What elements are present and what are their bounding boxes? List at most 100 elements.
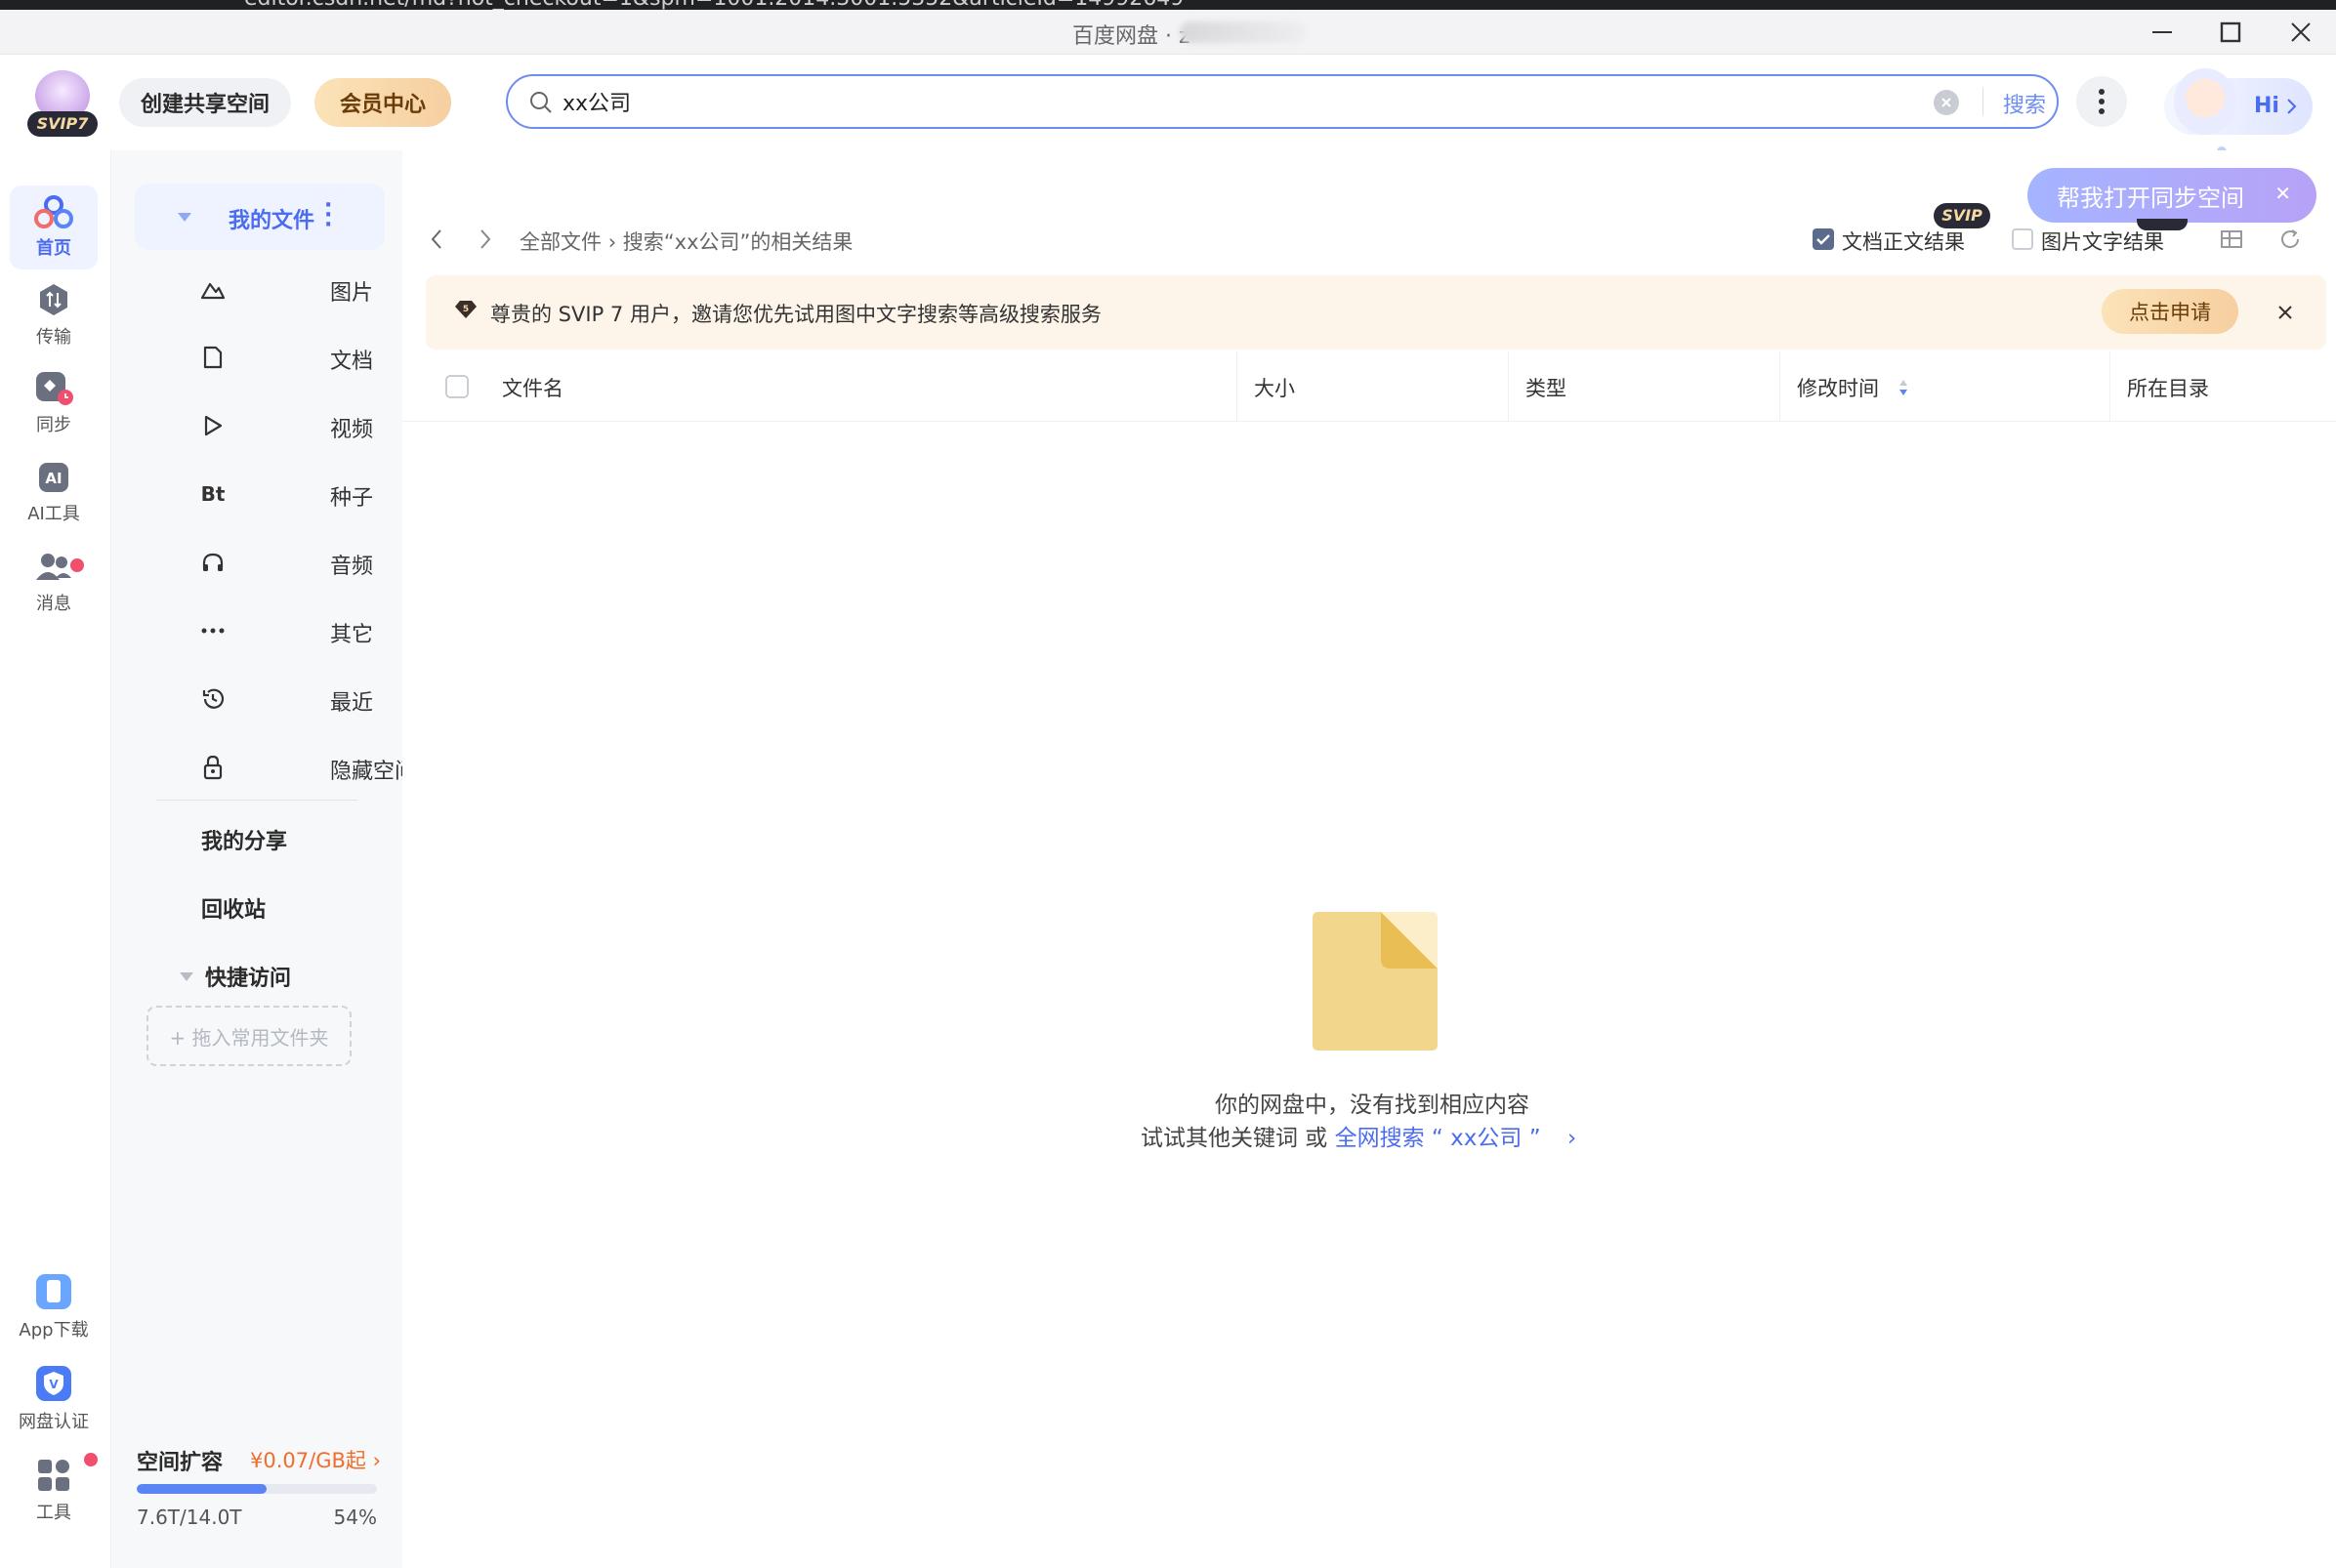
svg-text:AI: AI xyxy=(45,470,62,487)
apply-button[interactable]: 点击申请 xyxy=(2102,289,2238,334)
quick-access-label: 快捷访问 xyxy=(205,967,292,991)
breadcrumb-separator: › xyxy=(607,230,623,254)
storage-price-link[interactable]: ¥0.07/GB起 › xyxy=(250,1445,381,1474)
rail-item-verify[interactable]: V 网盘认证 xyxy=(10,1357,98,1441)
more-vertical-icon xyxy=(2099,89,2105,114)
close-window-button[interactable] xyxy=(2279,16,2322,49)
maximize-button[interactable] xyxy=(2209,16,2252,49)
create-share-space-button[interactable]: 创建共享空间 xyxy=(119,78,291,127)
column-header-modified[interactable]: 修改时间 xyxy=(1797,373,1879,402)
rail-label: 消息 xyxy=(36,594,71,614)
hi-label: Hi xyxy=(2254,94,2279,118)
close-icon[interactable]: ✕ xyxy=(2274,182,2291,205)
vip-center-button[interactable]: 会员中心 xyxy=(314,78,451,127)
filter-doc-text-label[interactable]: 文档正文结果 xyxy=(1842,227,1965,256)
nav-item-torrents[interactable]: Bt 种子 xyxy=(78,471,373,517)
nav-item-documents[interactable]: 文档 xyxy=(78,334,373,381)
svip-level-badge: SVIP7 xyxy=(27,111,98,137)
refresh-icon xyxy=(2281,229,2300,248)
banner-close-button[interactable] xyxy=(2272,299,2299,326)
nav-my-files-label: 我的文件 xyxy=(229,209,315,233)
banner-text: 尊贵的 SVIP 7 用户，邀请您优先试用图中文字搜索等高级搜索服务 xyxy=(490,303,1102,326)
filter-image-text-checkbox[interactable] xyxy=(2012,228,2033,250)
avatar[interactable]: SVIP7 xyxy=(25,70,100,139)
column-separator xyxy=(2109,351,2110,422)
sort-icon[interactable] xyxy=(1897,377,1910,398)
main-content: 帮我打开同步空间 ✕ 全部文件 › 搜索“xx公司”的相关结果 SVIP 文档正… xyxy=(402,150,2336,1568)
web-search-link[interactable]: 全网搜索 “ xx公司 ” xyxy=(1335,1126,1541,1151)
grid-view-icon xyxy=(2221,230,2242,248)
chevron-left-icon xyxy=(431,229,441,249)
storage-progress-bar xyxy=(137,1484,377,1494)
lock-icon xyxy=(199,754,227,781)
nav-item-other[interactable]: 其它 xyxy=(78,607,373,654)
forward-button[interactable] xyxy=(471,225,500,254)
file-table-header: 文件名 大小 类型 修改时间 所在目录 xyxy=(402,351,2336,422)
more-menu-button[interactable] xyxy=(2076,76,2127,127)
nav-my-files[interactable]: 我的文件 · · · xyxy=(135,184,385,250)
close-icon xyxy=(2278,306,2292,319)
storage-percent: 54% xyxy=(333,1506,377,1529)
column-header-size[interactable]: 大小 xyxy=(1254,373,1295,402)
other-icon xyxy=(199,617,227,644)
tools-icon xyxy=(38,1460,69,1491)
nav-item-label: 文档 xyxy=(330,350,374,374)
chevron-right-icon[interactable]: › xyxy=(1567,1126,1576,1151)
rail-label: 同步 xyxy=(36,415,71,435)
clear-search-button[interactable] xyxy=(1934,90,1959,115)
nav-item-label: 音频 xyxy=(330,555,374,579)
svip-badge: SVIP xyxy=(1934,203,1990,228)
assistant-robot-icon xyxy=(2174,68,2236,135)
torrent-icon: Bt xyxy=(200,482,226,506)
nav-recycle-bin[interactable]: 回收站 xyxy=(201,892,266,924)
back-button[interactable] xyxy=(422,225,451,254)
message-icon xyxy=(36,554,71,580)
drop-favorite-folder[interactable]: + 拖入常用文件夹 xyxy=(146,1006,352,1066)
storage-expand-title[interactable]: 空间扩容 xyxy=(137,1445,223,1476)
refresh-button[interactable] xyxy=(2275,225,2305,254)
search-input[interactable] xyxy=(563,84,1832,119)
breadcrumb-root[interactable]: 全部文件 xyxy=(520,230,602,254)
nav-item-audio[interactable]: 音频 xyxy=(78,539,373,586)
blurred-username xyxy=(1180,21,1307,43)
nav-my-share[interactable]: 我的分享 xyxy=(201,824,287,855)
rail-label: 网盘认证 xyxy=(19,1412,89,1432)
view-toggle-button[interactable] xyxy=(2217,225,2246,254)
filter-doc-text-checkbox[interactable] xyxy=(1813,228,1834,250)
column-header-type[interactable]: 类型 xyxy=(1525,373,1566,402)
caret-down-icon xyxy=(180,972,193,981)
minimize-button[interactable] xyxy=(2141,16,2184,49)
phone-icon xyxy=(36,1274,71,1309)
rail-item-home[interactable]: 首页 xyxy=(10,186,98,269)
column-header-directory[interactable]: 所在目录 xyxy=(2127,373,2209,402)
browser-url-strip: editor.csdn.net/md?not_checkout=1&spm=10… xyxy=(0,0,2336,10)
rail-item-app-download[interactable]: App下载 xyxy=(10,1265,98,1349)
nav-item-label: 种子 xyxy=(330,486,374,511)
chevron-right-icon xyxy=(480,229,491,249)
nav-item-recent[interactable]: 最近 xyxy=(78,676,373,722)
app-header: SVIP7 创建共享空间 会员中心 搜索 Hi xyxy=(0,55,2336,150)
search-box: 搜索 xyxy=(506,74,2059,129)
storage-panel: 空间扩容 ¥0.07/GB起 › 7.6T/14.0T 54% xyxy=(137,1439,381,1537)
minimize-icon xyxy=(2152,31,2172,33)
empty-file-icon xyxy=(1313,912,1438,1051)
more-vertical-icon[interactable]: · · · xyxy=(324,195,332,236)
nav-item-videos[interactable]: 视频 xyxy=(78,402,373,449)
nav-quick-access[interactable]: 快捷访问 xyxy=(176,961,391,991)
sync-space-tip[interactable]: 帮我打开同步空间 ✕ xyxy=(2027,168,2316,223)
select-all-checkbox[interactable] xyxy=(445,375,469,398)
filter-image-text-label[interactable]: 图片文字结果 xyxy=(2041,227,2164,256)
search-button[interactable]: 搜索 xyxy=(1992,88,2057,118)
close-icon xyxy=(2291,22,2311,42)
nav-divider xyxy=(156,800,357,801)
recent-icon xyxy=(199,685,227,713)
assistant-hi-button[interactable]: Hi xyxy=(2164,68,2313,135)
nav-item-images[interactable]: 图片 xyxy=(78,266,373,312)
column-header-name[interactable]: 文件名 xyxy=(502,373,563,402)
caret-down-icon xyxy=(178,213,191,222)
home-icon xyxy=(34,195,73,228)
chevron-right-icon xyxy=(2287,99,2297,114)
nav-item-hidden-space[interactable]: 隐藏空间 xyxy=(78,744,416,791)
window-title: 百度网盘 · z xyxy=(1072,24,1190,49)
storage-progress-fill xyxy=(137,1484,267,1494)
